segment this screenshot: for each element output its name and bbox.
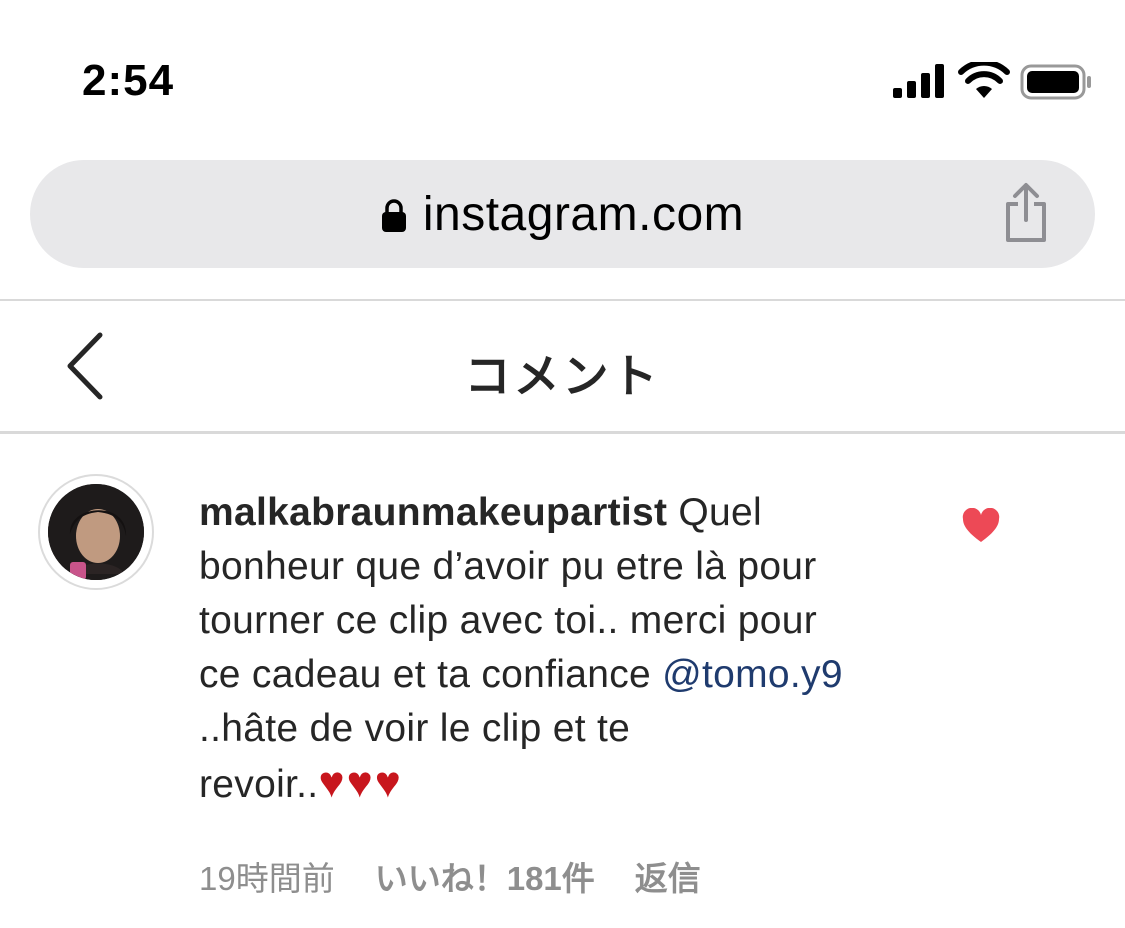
comment-line: ..hâte de voir le clip et te [199, 707, 631, 750]
comment-line: bonheur que d’avoir pu etre là pour [199, 545, 817, 588]
comments-header: コメント [0, 300, 1125, 432]
avatar[interactable] [38, 474, 154, 590]
status-time: 2:54 [82, 56, 175, 105]
comment-meta: 19時間前 いいね！181件 返信 [199, 852, 701, 900]
page-title: コメント [464, 350, 661, 402]
avatar-photo [48, 484, 144, 580]
comment-line: Quel [667, 491, 762, 534]
battery-icon [1020, 64, 1091, 100]
likes-count[interactable]: いいね！181件 [375, 852, 595, 900]
divider [0, 431, 1125, 434]
cellular-signal-icon [893, 64, 944, 98]
reply-button[interactable]: 返信 [635, 852, 701, 900]
comment-time: 19時間前 [199, 860, 335, 897]
mention-link[interactable]: @tomo.y9 [662, 653, 843, 696]
like-heart-icon[interactable] [962, 508, 1000, 544]
url-text: instagram.com [422, 187, 745, 241]
comment-username[interactable]: malkabraunmakeupartist [199, 491, 667, 534]
comment-text: malkabraunmakeupartist Quel bonheur que … [199, 486, 939, 812]
share-icon[interactable] [1003, 182, 1049, 244]
comment-line: revoir.. [199, 763, 319, 806]
heart-emoji: ♥♥♥ [318, 758, 403, 807]
wifi-icon [958, 62, 1010, 98]
lock-icon [381, 199, 406, 232]
status-bar: 2:54 [0, 0, 1125, 150]
comment-line: ce cadeau et ta confiance [199, 653, 663, 696]
comment-line: tourner ce clip avec toi.. merci pour [199, 599, 818, 642]
address-bar[interactable]: instagram.com [30, 160, 1095, 268]
